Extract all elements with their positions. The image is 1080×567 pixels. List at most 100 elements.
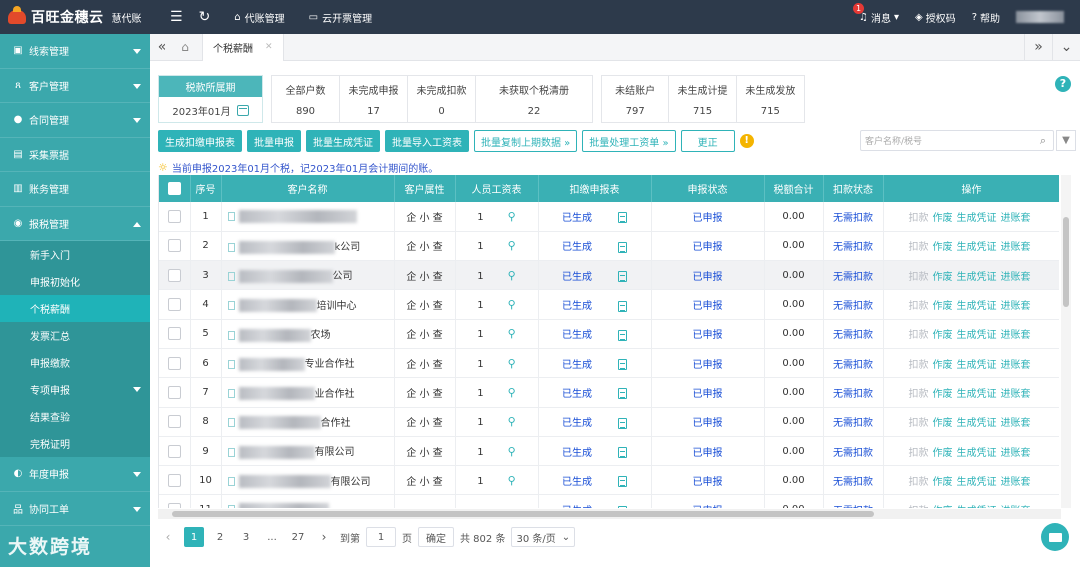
op-deduct-link[interactable]: 扣款 — [909, 242, 929, 253]
sidebar-item-tax[interactable]: ◉ 报税管理 — [0, 207, 150, 241]
batch-process-payslip-button[interactable]: 批量处理工资单 » — [582, 130, 676, 152]
row-checkbox[interactable] — [167, 268, 181, 282]
op-deduct-link[interactable]: 扣款 — [909, 477, 929, 488]
op-voucher-link[interactable]: 生成凭证 — [957, 213, 997, 224]
sidebar-item-ledger[interactable]: ▥ 账务管理 — [0, 172, 150, 207]
op-deduct-link[interactable]: 扣款 — [909, 506, 929, 508]
op-void-link[interactable]: 作废 — [933, 418, 953, 429]
op-void-link[interactable]: 作废 — [933, 477, 953, 488]
op-enter-book-link[interactable]: 进账套 — [1001, 506, 1031, 508]
stat-undeducted[interactable]: 未完成扣款 0 — [408, 76, 476, 122]
op-void-link[interactable]: 作废 — [933, 213, 953, 224]
batch-import-payroll-button[interactable]: 批量导入工资表 — [385, 130, 469, 152]
declare-status-link[interactable]: 已申报 — [693, 242, 723, 253]
table-row[interactable]: 4 培训中心企 小 查 1 ⚲ 已生成 已申报 0.00 无需扣款 扣款 作废 生成凭证 进账套 — [159, 289, 1059, 320]
form-status-link[interactable]: 已生成 — [562, 389, 592, 400]
mail-icon[interactable] — [1041, 523, 1069, 551]
document-icon[interactable] — [618, 300, 627, 312]
document-icon[interactable] — [618, 447, 627, 459]
form-status-link[interactable]: 已生成 — [562, 301, 592, 312]
document-icon[interactable] — [618, 388, 627, 400]
prev-page-icon[interactable]: ‹ — [158, 527, 178, 547]
search-icon[interactable]: ⌕ — [1033, 134, 1053, 148]
view-payroll-icon[interactable]: ⚲ — [508, 474, 516, 487]
tabs-menu-chevron-icon[interactable]: ⌄ — [1052, 33, 1080, 61]
op-deduct-link[interactable]: 扣款 — [909, 330, 929, 341]
sidebar-sub-verify[interactable]: 结果查验 — [0, 403, 150, 430]
document-icon[interactable] — [618, 212, 627, 224]
app-logo[interactable]: 百旺金穗云 慧代账 — [0, 0, 150, 34]
sidebar-sub-salary-tax[interactable]: 个税薪酬 — [0, 295, 150, 322]
stat-undeclared[interactable]: 未完成申报 17 — [340, 76, 408, 122]
tabs-scroll-right-icon[interactable]: » — [1024, 33, 1052, 61]
form-status-link[interactable]: 已生成 — [562, 330, 592, 341]
table-row[interactable]: 3 公司企 小 查 1 ⚲ 已生成 已申报 0.00 无需扣款 扣款 作废 生成凭证 进账套 — [159, 260, 1059, 291]
warning-icon[interactable]: ! — [739, 134, 754, 148]
row-checkbox[interactable] — [167, 356, 181, 370]
scrollbar-thumb[interactable] — [1063, 217, 1069, 307]
op-deduct-link[interactable]: 扣款 — [909, 389, 929, 400]
page-button[interactable]: 3 — [236, 527, 256, 547]
declare-status-link[interactable]: 已申报 — [693, 330, 723, 341]
cell-customer-name[interactable]: k公司 — [221, 231, 395, 262]
declare-status-link[interactable]: 已申报 — [693, 389, 723, 400]
form-status-link[interactable]: 已生成 — [562, 477, 592, 488]
sidebar-item-leads[interactable]: ▣ 线索管理 — [0, 34, 150, 69]
auth-code-link[interactable]: ◈ 授权码 — [915, 10, 956, 25]
table-vertical-scrollbar[interactable] — [1061, 175, 1071, 508]
view-payroll-icon[interactable]: ⚲ — [508, 386, 516, 399]
row-checkbox[interactable] — [167, 444, 181, 458]
sidebar-sub-certificate[interactable]: 完税证明 — [0, 430, 150, 457]
op-void-link[interactable]: 作废 — [933, 272, 953, 283]
question-circle-icon[interactable]: ? — [1055, 76, 1071, 92]
view-payroll-icon[interactable]: ⚲ — [508, 357, 516, 370]
view-payroll-icon[interactable]: ⚲ — [508, 445, 516, 458]
sidebar-sub-init[interactable]: 申报初始化 — [0, 268, 150, 295]
topnav-cloud-invoice[interactable]: ▭ 云开票管理 — [309, 10, 372, 25]
op-voucher-link[interactable]: 生成凭证 — [957, 272, 997, 283]
op-void-link[interactable]: 作废 — [933, 330, 953, 341]
declare-status-link[interactable]: 已申报 — [693, 418, 723, 429]
tax-period-picker[interactable]: 税款所属期 2023年01月 — [158, 75, 263, 123]
view-payroll-icon[interactable]: ⚲ — [508, 415, 516, 428]
select-all-checkbox[interactable] — [167, 182, 181, 195]
batch-declare-button[interactable]: 批量申报 — [247, 130, 301, 152]
view-payroll-icon[interactable]: ⚲ — [508, 298, 516, 311]
row-checkbox[interactable] — [167, 239, 181, 253]
table-row[interactable]: 7 业合作社企 小 查 1 ⚲ 已生成 已申报 0.00 无需扣款 扣款 作废 生成凭证 进账套 — [159, 377, 1059, 408]
op-void-link[interactable]: 作废 — [933, 242, 953, 253]
form-status-link[interactable]: 已生成 — [562, 418, 592, 429]
sidebar-item-workorder[interactable]: 品 协同工单 — [0, 492, 150, 526]
table-row[interactable]: 6 专业合作社企 小 查 1 ⚲ 已生成 已申报 0.00 无需扣款 扣款 作废 生成凭证 进账套 — [159, 348, 1059, 379]
view-payroll-icon[interactable]: ⚲ — [508, 210, 516, 223]
stat-no-tax-roll[interactable]: 未获取个税清册 22 — [476, 76, 592, 122]
op-enter-book-link[interactable]: 进账套 — [1001, 242, 1031, 253]
scrollbar-thumb[interactable] — [172, 511, 874, 517]
table-row[interactable]: 11 已生成 已申报 0.00 无需扣款 扣款 作废 生成凭证 进账套 — [159, 494, 1059, 508]
op-enter-book-link[interactable]: 进账套 — [1001, 448, 1031, 459]
op-void-link[interactable]: 作废 — [933, 506, 953, 508]
op-enter-book-link[interactable]: 进账套 — [1001, 330, 1031, 341]
home-icon[interactable]: ⌂ — [174, 40, 196, 54]
op-deduct-link[interactable]: 扣款 — [909, 213, 929, 224]
op-void-link[interactable]: 作废 — [933, 360, 953, 371]
declare-status-link[interactable]: 已申报 — [693, 213, 723, 224]
op-deduct-link[interactable]: 扣款 — [909, 448, 929, 459]
op-enter-book-link[interactable]: 进账套 — [1001, 477, 1031, 488]
document-icon[interactable] — [618, 271, 627, 283]
refresh-icon[interactable]: ↻ — [199, 9, 211, 25]
goto-page-input[interactable]: 1 — [366, 527, 396, 547]
cell-customer-name[interactable]: 合作社 — [221, 407, 395, 437]
op-voucher-link[interactable]: 生成凭证 — [957, 360, 997, 371]
cell-customer-name[interactable]: 有限公司 — [221, 436, 395, 467]
table-row[interactable]: 1企 小 查 1 ⚲ 已生成 已申报 0.00 无需扣款 扣款 作废 生成凭证 进账套 — [159, 202, 1059, 232]
op-voucher-link[interactable]: 生成凭证 — [957, 330, 997, 341]
menu-toggle-icon[interactable]: ☰ — [170, 9, 183, 25]
row-checkbox[interactable] — [167, 415, 181, 429]
declare-status-link[interactable]: 已申报 — [693, 272, 723, 283]
cell-customer-name[interactable]: 专业合作社 — [221, 348, 395, 379]
document-icon[interactable] — [618, 329, 627, 341]
tabs-scroll-left-icon[interactable]: « — [150, 39, 174, 55]
row-checkbox[interactable] — [167, 473, 181, 487]
table-row[interactable]: 5 农场企 小 查 1 ⚲ 已生成 已申报 0.00 无需扣款 扣款 作废 生成凭证 进账套 — [159, 319, 1059, 349]
